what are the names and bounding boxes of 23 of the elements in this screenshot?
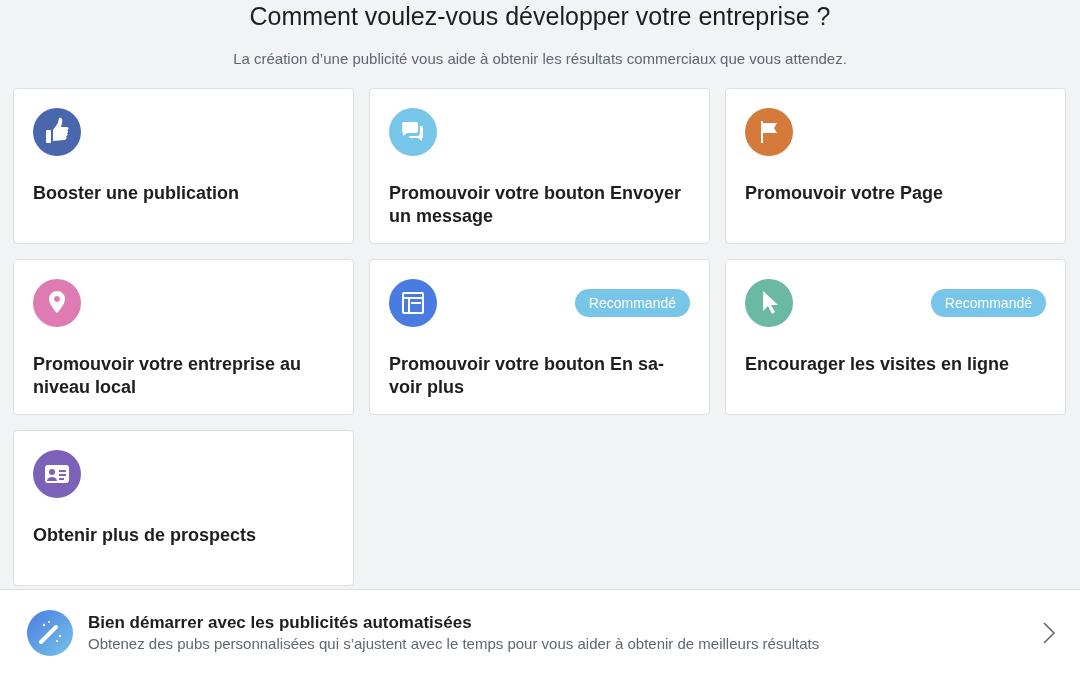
objective-label: Encourager les visites en ligne — [745, 353, 1011, 376]
objective-card[interactable]: Promouvoir votre entreprise au niveau local — [13, 259, 354, 415]
automated-ads-banner[interactable]: Bien démarrer avec les publicités automatisées Obtenez des pubs personnalisées qui s’ajustent avec le temps pour vous aider à obtenir de meilleurs résultats — [0, 589, 1080, 675]
objective-card[interactable]: Recommandé Promouvoir votre bouton En sa-voir plus — [369, 259, 710, 415]
magic-wand-icon — [27, 609, 73, 656]
objective-card[interactable]: Promouvoir votre Page — [725, 88, 1066, 244]
objective-label: Promouvoir votre bouton Envoyer un message — [389, 182, 683, 228]
recommended-badge: Recommandé — [574, 289, 690, 317]
page-title: Comment voulez-vous développer votre entreprise ? — [248, 1, 832, 31]
objective-card[interactable]: Recommandé Encourager les visites en ligne — [725, 259, 1066, 415]
banner-title: Bien démarrer avec les publicités automatisées — [88, 613, 473, 633]
banner-description: Obtenez des pubs personnalisées qui s’ajustent avec le temps pour vous aider à obtenir de meilleurs résultats — [88, 635, 821, 652]
recommended-badge: Recommandé — [930, 289, 1046, 317]
objective-label: Promouvoir votre bouton En sa-voir plus — [389, 353, 666, 399]
objective-card[interactable]: Promouvoir votre bouton Envoyer un message — [369, 88, 710, 244]
chevron-right-icon — [1042, 620, 1056, 645]
objective-card[interactable]: Booster une publication — [13, 88, 354, 244]
objective-label: Obtenir plus de prospects — [33, 524, 258, 547]
objective-card[interactable]: Obtenir plus de prospects — [13, 430, 354, 586]
objective-label: Booster une publication — [33, 182, 240, 205]
page-subtitle: La création d’une publicité vous aide à obtenir les résultats commerciaux que vous attendez. — [232, 49, 848, 69]
objective-label: Promouvoir votre entreprise au niveau local — [33, 353, 303, 399]
objective-label: Promouvoir votre Page — [745, 182, 945, 205]
